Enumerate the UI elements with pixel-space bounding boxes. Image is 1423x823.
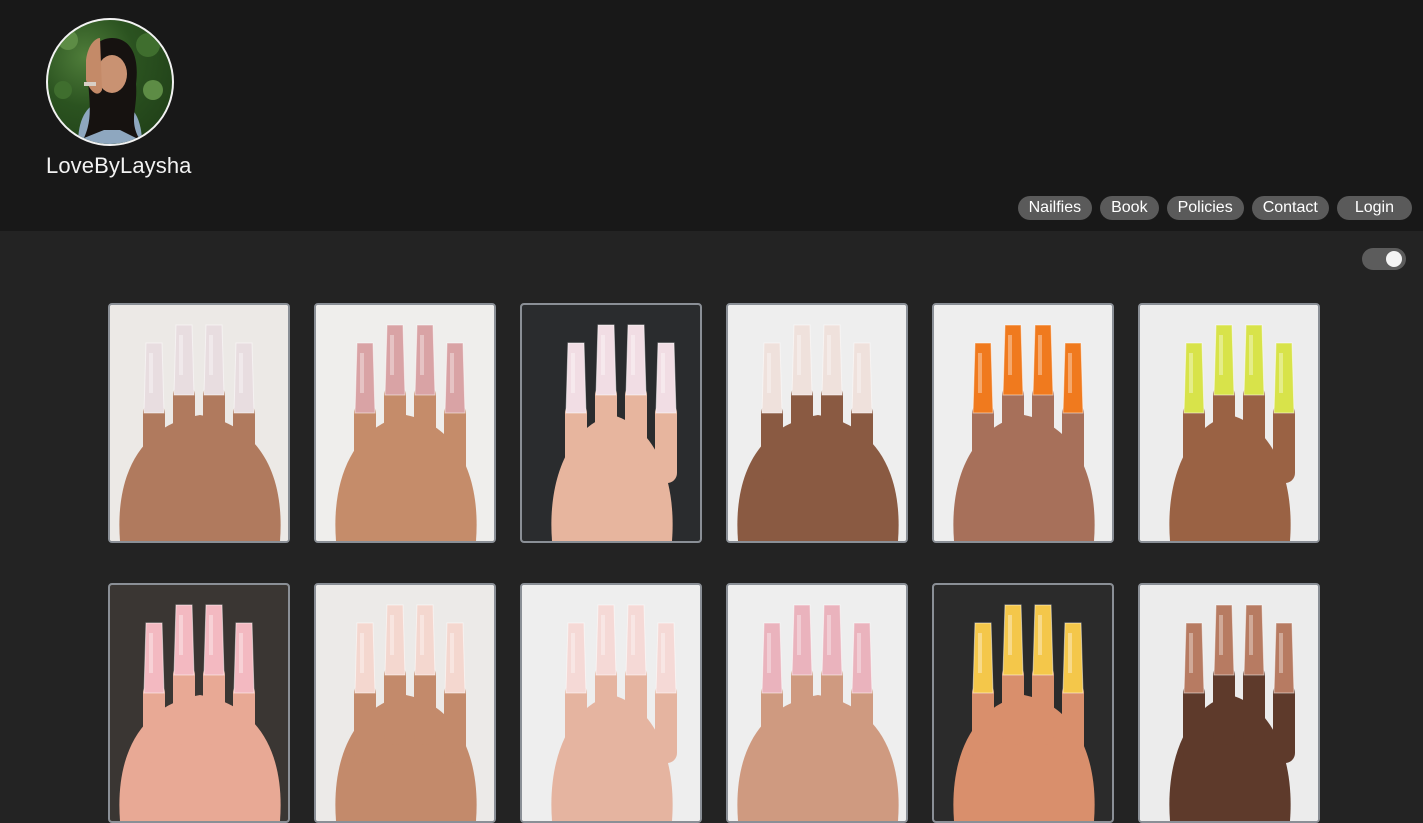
- nail-photo-icon: [316, 305, 494, 541]
- nail-photo-icon: [1140, 305, 1318, 541]
- gallery-photo[interactable]: [520, 583, 702, 823]
- toggle-knob: [1386, 251, 1402, 267]
- brand-name: LoveByLaysha: [46, 153, 192, 178]
- avatar: [46, 18, 174, 146]
- gallery-photo[interactable]: [314, 303, 496, 543]
- gallery-photo[interactable]: [932, 583, 1114, 823]
- nav-login-button[interactable]: Login: [1336, 196, 1412, 220]
- nail-photo-icon: [110, 305, 288, 541]
- nail-photo-icon: [522, 585, 700, 821]
- nav-nailfies-button[interactable]: Nailfies: [1017, 196, 1093, 220]
- nail-photo-icon: [934, 305, 1112, 541]
- nail-photo-icon: [934, 585, 1112, 821]
- nav-book-button[interactable]: Book: [1100, 196, 1159, 220]
- gallery-photo[interactable]: [108, 303, 290, 543]
- gallery-photo[interactable]: [726, 303, 908, 543]
- nail-photo-icon: [728, 585, 906, 821]
- gallery-photo[interactable]: [108, 583, 290, 823]
- gallery-photo[interactable]: [314, 583, 496, 823]
- site-header: LoveByLaysha Nailfies Book Policies Cont…: [0, 0, 1423, 231]
- gallery-photo[interactable]: [1138, 303, 1320, 543]
- nav-contact-button[interactable]: Contact: [1251, 196, 1329, 220]
- nail-photo-icon: [1140, 585, 1318, 821]
- nail-photo-icon: [728, 305, 906, 541]
- profile-photo-icon: [54, 30, 163, 144]
- gallery-photo[interactable]: [520, 303, 702, 543]
- nail-gallery: [108, 303, 1320, 823]
- gallery-photo[interactable]: [1138, 583, 1320, 823]
- nav-policies-button[interactable]: Policies: [1166, 196, 1244, 220]
- nail-photo-icon: [316, 585, 494, 821]
- gallery-photo[interactable]: [726, 583, 908, 823]
- nail-photo-icon: [110, 585, 288, 821]
- main-nav: Nailfies Book Policies Contact Login: [1017, 196, 1412, 220]
- nail-photo-icon: [522, 305, 700, 541]
- gallery-photo[interactable]: [932, 303, 1114, 543]
- theme-toggle[interactable]: [1362, 248, 1406, 270]
